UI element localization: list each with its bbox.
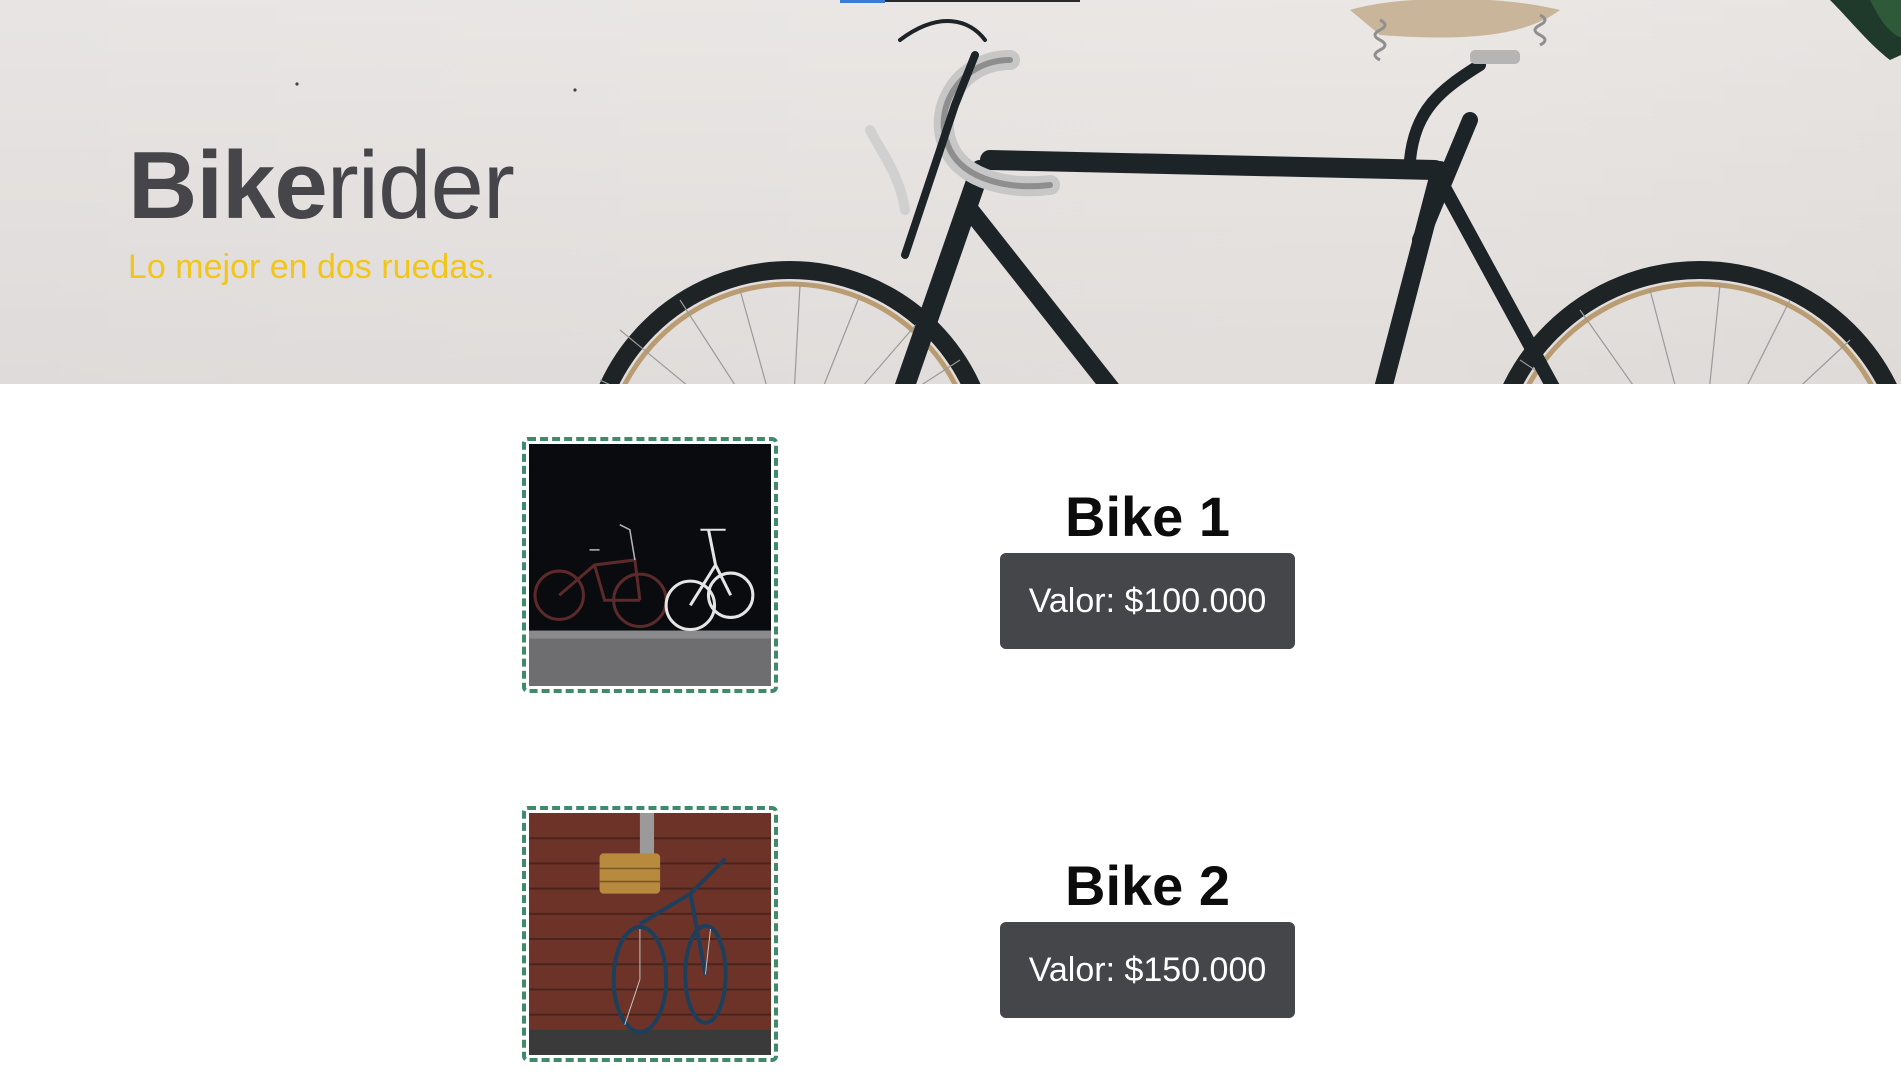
product-name: Bike 1	[1065, 485, 1230, 548]
product-card: Bike 1 Valor: $100.000	[0, 437, 1901, 697]
brand-title-bold: Bike	[128, 132, 328, 239]
bike-2-image	[529, 813, 771, 1055]
bike-1-image	[529, 444, 771, 686]
product-name: Bike 2	[1065, 854, 1230, 917]
product-list: Bike 1 Valor: $100.000 Bike 2 Valor: $15…	[0, 384, 1901, 1080]
brand: Bikerider Lo mejor en dos ruedas.	[128, 138, 515, 287]
product-info: Bike 2 Valor: $150.000	[1000, 858, 1295, 1018]
price-button[interactable]: Valor: $150.000	[1000, 922, 1295, 1018]
product-card: Bike 2 Valor: $150.000	[0, 806, 1901, 1066]
product-image-frame	[522, 806, 778, 1062]
product-info: Bike 1 Valor: $100.000	[1000, 489, 1295, 649]
brand-title: Bikerider	[128, 138, 515, 234]
brand-title-light: rider	[326, 132, 515, 239]
price-button[interactable]: Valor: $100.000	[1000, 553, 1295, 649]
hero-banner: Bikerider Lo mejor en dos ruedas.	[0, 0, 1901, 384]
product-image-frame	[522, 437, 778, 693]
brand-tagline: Lo mejor en dos ruedas.	[128, 248, 495, 286]
